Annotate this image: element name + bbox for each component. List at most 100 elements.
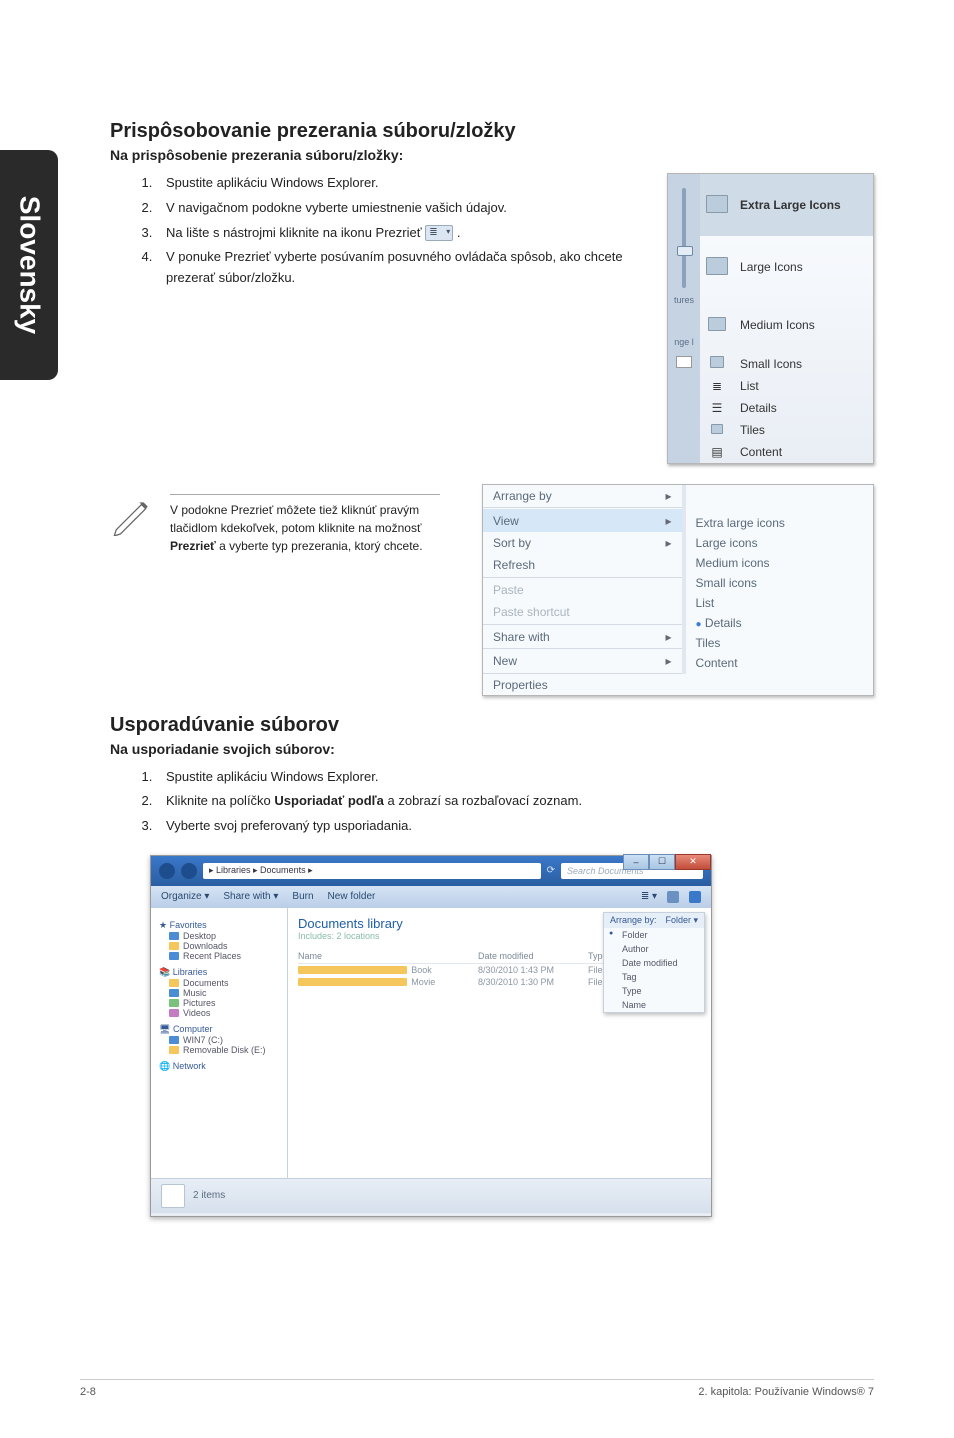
nav-drive-c[interactable]: WIN7 (C:): [169, 1035, 279, 1045]
ctx-view-tiles[interactable]: Tiles: [686, 633, 873, 653]
status-icon: [161, 1184, 185, 1208]
nav-removable[interactable]: Removable Disk (E:): [169, 1045, 279, 1055]
ctx-view-content[interactable]: Content: [686, 653, 873, 673]
large-icons-icon: [706, 257, 728, 275]
step-4: V ponuke Prezrieť vyberte posúvaním posu…: [156, 247, 626, 289]
nav-music[interactable]: Music: [169, 988, 279, 998]
bullet-icon: ●: [696, 619, 702, 630]
ctx-view-s[interactable]: Small icons: [686, 573, 873, 593]
ctx-view[interactable]: View: [483, 509, 648, 531]
maximize-button[interactable]: ☐: [649, 854, 675, 870]
window-controls: – ☐ ✕: [623, 854, 711, 870]
explorer-window: – ☐ ✕ ▸ Libraries ▸ Documents ▸ ⟳ Search…: [150, 855, 712, 1217]
side-language-tab: Slovensky: [0, 150, 58, 380]
col-date[interactable]: Date modified: [478, 951, 588, 961]
refresh-icon[interactable]: ⟳: [547, 865, 555, 876]
note-text: V podokne Prezrieť môžete tiež kliknúť p…: [170, 494, 440, 555]
help-icon[interactable]: [689, 891, 701, 903]
arrange-opt-name[interactable]: Name: [604, 998, 704, 1012]
folder-icon: [298, 978, 407, 986]
col-name[interactable]: Name: [298, 951, 478, 961]
address-bar[interactable]: ▸ Libraries ▸ Documents ▸: [203, 863, 541, 879]
nav-back-button[interactable]: [159, 863, 175, 879]
nav-computer[interactable]: 🖥 Computer: [159, 1024, 279, 1035]
tiles-icon: [711, 424, 723, 434]
ctx-view-xl[interactable]: Extra large icons: [686, 513, 873, 533]
ctx-paste: Paste: [483, 579, 648, 601]
step-2: V navigačnom podokne vyberte umiestnenie…: [156, 198, 626, 219]
arrange-by-dropdown[interactable]: Arrange by:Folder ▾: [604, 913, 704, 928]
nav-recent[interactable]: Recent Places: [169, 951, 279, 961]
file-list-pane: Documents library Includes: 2 locations …: [288, 908, 711, 1178]
details-icon: ☰: [712, 401, 723, 415]
tool-share[interactable]: Share with ▾: [223, 891, 278, 902]
ctx-view-l[interactable]: Large icons: [686, 533, 873, 553]
page-footer: 2-8 2. kapitola: Používanie Windows® 7: [80, 1379, 874, 1398]
menu-content[interactable]: Content: [734, 441, 873, 463]
nav-forward-button[interactable]: [181, 863, 197, 879]
heading-customize-view: Prispôsobovanie prezerania súboru/zložky: [110, 120, 874, 143]
list-icon: ≣: [712, 379, 722, 393]
content-icon: ▤: [711, 445, 722, 459]
arrange-opt-folder[interactable]: Folder: [604, 928, 704, 942]
tool-organize[interactable]: Organize ▾: [161, 891, 209, 902]
step-1: Spustite aplikáciu Windows Explorer.: [156, 173, 626, 194]
steps-customize-view: Spustite aplikáciu Windows Explorer. V n…: [110, 173, 626, 289]
nav-favorites[interactable]: ★ Favorites: [159, 920, 279, 931]
nav-desktop[interactable]: Desktop: [169, 931, 279, 941]
chapter-label: 2. kapitola: Používanie Windows® 7: [698, 1386, 874, 1398]
ctx-arrange-by[interactable]: Arrange by: [483, 485, 648, 508]
page-number: 2-8: [80, 1386, 96, 1398]
toolbar: Organize ▾ Share with ▾ Burn New folder …: [151, 886, 711, 908]
note-block: V podokne Prezrieť môžete tiež kliknúť p…: [110, 494, 462, 555]
menu-list[interactable]: List: [734, 375, 873, 397]
view-size-menu: tures nge l Extra Large Icons Large Icon…: [667, 173, 874, 464]
nav-libraries[interactable]: 📚 Libraries: [159, 967, 279, 978]
nav-downloads[interactable]: Downloads: [169, 941, 279, 951]
step-b1: Spustite aplikáciu Windows Explorer.: [156, 767, 874, 788]
nav-network[interactable]: 🌐 Network: [159, 1061, 279, 1072]
menu-extra-large-icons[interactable]: Extra Large Icons: [734, 174, 873, 236]
close-button[interactable]: ✕: [675, 854, 711, 870]
nav-pane: ★ Favorites Desktop Downloads Recent Pla…: [151, 908, 288, 1178]
view-dropdown-icon[interactable]: [425, 225, 453, 241]
ctx-properties[interactable]: Properties: [483, 675, 648, 695]
status-text: 2 items: [193, 1190, 225, 1201]
folder-icon: [298, 966, 407, 974]
ctx-refresh[interactable]: Refresh: [483, 554, 648, 577]
ctx-view-m[interactable]: Medium icons: [686, 553, 873, 573]
minimize-button[interactable]: –: [623, 854, 649, 870]
nav-videos[interactable]: Videos: [169, 1008, 279, 1018]
view-slider-thumb[interactable]: [677, 246, 693, 256]
folder-thumb-icon: [676, 356, 692, 368]
subheading-customize-view: Na prispôsobenie prezerania súboru/zložk…: [110, 147, 874, 163]
ctx-share-with[interactable]: Share with: [483, 626, 648, 649]
menu-tiles[interactable]: Tiles: [734, 419, 873, 441]
arrange-opt-type[interactable]: Type: [604, 984, 704, 998]
medium-icons-icon: [708, 317, 726, 331]
ctx-sort-by[interactable]: Sort by: [483, 532, 648, 554]
menu-details[interactable]: Details: [734, 397, 873, 419]
menu-medium-icons[interactable]: Medium Icons: [734, 298, 873, 352]
ctx-paste-shortcut: Paste shortcut: [483, 601, 648, 624]
arrange-opt-tag[interactable]: Tag: [604, 970, 704, 984]
nav-pictures[interactable]: Pictures: [169, 998, 279, 1008]
ctx-view-details[interactable]: ● Details: [686, 613, 873, 633]
heading-arrange-files: Usporadúvanie súborov: [110, 714, 874, 737]
menu-small-icons[interactable]: Small Icons: [734, 352, 873, 375]
small-icons-icon: [710, 356, 724, 368]
arrange-opt-date[interactable]: Date modified: [604, 956, 704, 970]
step-3: Na lište s nástrojmi kliknite na ikonu P…: [156, 223, 626, 244]
pencil-icon: [110, 494, 152, 536]
ctx-view-list[interactable]: List: [686, 593, 873, 613]
preview-pane-icon[interactable]: [667, 891, 679, 903]
side-language-label: Slovensky: [13, 196, 45, 335]
view-mode-icon[interactable]: ≣ ▾: [641, 891, 657, 902]
tool-burn[interactable]: Burn: [292, 891, 313, 902]
menu-large-icons[interactable]: Large Icons: [734, 236, 873, 298]
steps-arrange-files: Spustite aplikáciu Windows Explorer. Kli…: [110, 767, 874, 837]
tool-new-folder[interactable]: New folder: [328, 891, 376, 902]
arrange-opt-author[interactable]: Author: [604, 942, 704, 956]
nav-documents[interactable]: Documents: [169, 978, 279, 988]
ctx-new[interactable]: New: [483, 650, 648, 673]
